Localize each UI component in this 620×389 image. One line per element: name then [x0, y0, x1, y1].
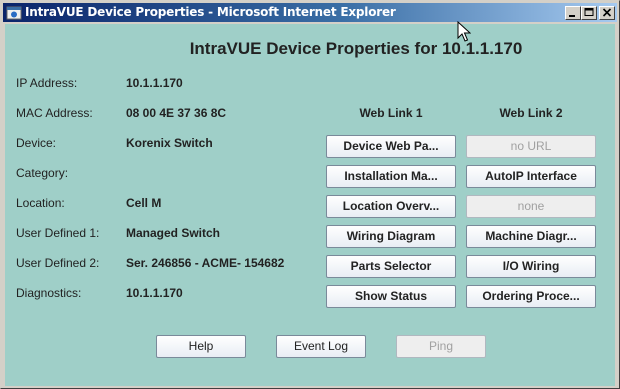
location-overview-button[interactable]: Location Overv... — [326, 195, 456, 218]
location-value: Cell M — [126, 196, 162, 210]
none-button: none — [466, 195, 596, 218]
window-title: IntraVUE Device Properties - Microsoft I… — [25, 5, 396, 19]
mac-address-label: MAC Address: — [16, 106, 93, 120]
user-defined-2-value: Ser. 246856 - ACME- 154682 — [126, 256, 285, 270]
diagnostics-label: Diagnostics: — [16, 286, 82, 300]
internet-explorer-icon — [6, 6, 22, 20]
user-defined-1-label: User Defined 1: — [16, 226, 100, 240]
location-label: Location: — [16, 196, 65, 210]
machine-diagram-button[interactable]: Machine Diagr... — [466, 225, 596, 248]
browser-window: IntraVUE Device Properties - Microsoft I… — [0, 0, 620, 389]
title-bar[interactable]: IntraVUE Device Properties - Microsoft I… — [3, 3, 617, 22]
mac-address-value: 08 00 4E 37 36 8C — [126, 106, 227, 120]
close-icon — [602, 8, 612, 17]
event-log-button[interactable]: Event Log — [276, 335, 366, 358]
ordering-procedure-button[interactable]: Ordering Proce... — [466, 285, 596, 308]
web-link-2-header: Web Link 2 — [499, 106, 563, 120]
mouse-pointer-icon — [457, 21, 471, 42]
ping-button: Ping — [396, 335, 486, 358]
maximize-icon — [584, 8, 594, 16]
parts-selector-button[interactable]: Parts Selector — [326, 255, 456, 278]
ip-address-value: 10.1.1.170 — [126, 76, 183, 90]
ip-address-label: IP Address: — [16, 76, 78, 90]
device-web-page-button[interactable]: Device Web Pa... — [326, 135, 456, 158]
show-status-button[interactable]: Show Status — [326, 285, 456, 308]
device-value: Korenix Switch — [126, 136, 213, 150]
help-button[interactable]: Help — [156, 335, 246, 358]
device-properties-panel: IntraVUE Device Properties for 10.1.1.17… — [5, 24, 615, 386]
maximize-button[interactable] — [581, 6, 597, 20]
page-title: IntraVUE Device Properties for 10.1.1.17… — [189, 39, 523, 58]
user-defined-2-label: User Defined 2: — [16, 256, 100, 270]
minimize-icon — [569, 15, 575, 17]
io-wiring-button[interactable]: I/O Wiring — [466, 255, 596, 278]
close-button[interactable] — [599, 6, 615, 20]
diagnostics-value: 10.1.1.170 — [126, 286, 183, 300]
installation-manual-button[interactable]: Installation Ma... — [326, 165, 456, 188]
category-label: Category: — [16, 166, 69, 180]
device-label: Device: — [16, 136, 57, 150]
no-url-button: no URL — [466, 135, 596, 158]
web-link-1-header: Web Link 1 — [359, 106, 423, 120]
wiring-diagram-button[interactable]: Wiring Diagram — [326, 225, 456, 248]
user-defined-1-value: Managed Switch — [126, 226, 221, 240]
minimize-button[interactable] — [565, 6, 581, 20]
autoip-interface-button[interactable]: AutoIP Interface — [466, 165, 596, 188]
